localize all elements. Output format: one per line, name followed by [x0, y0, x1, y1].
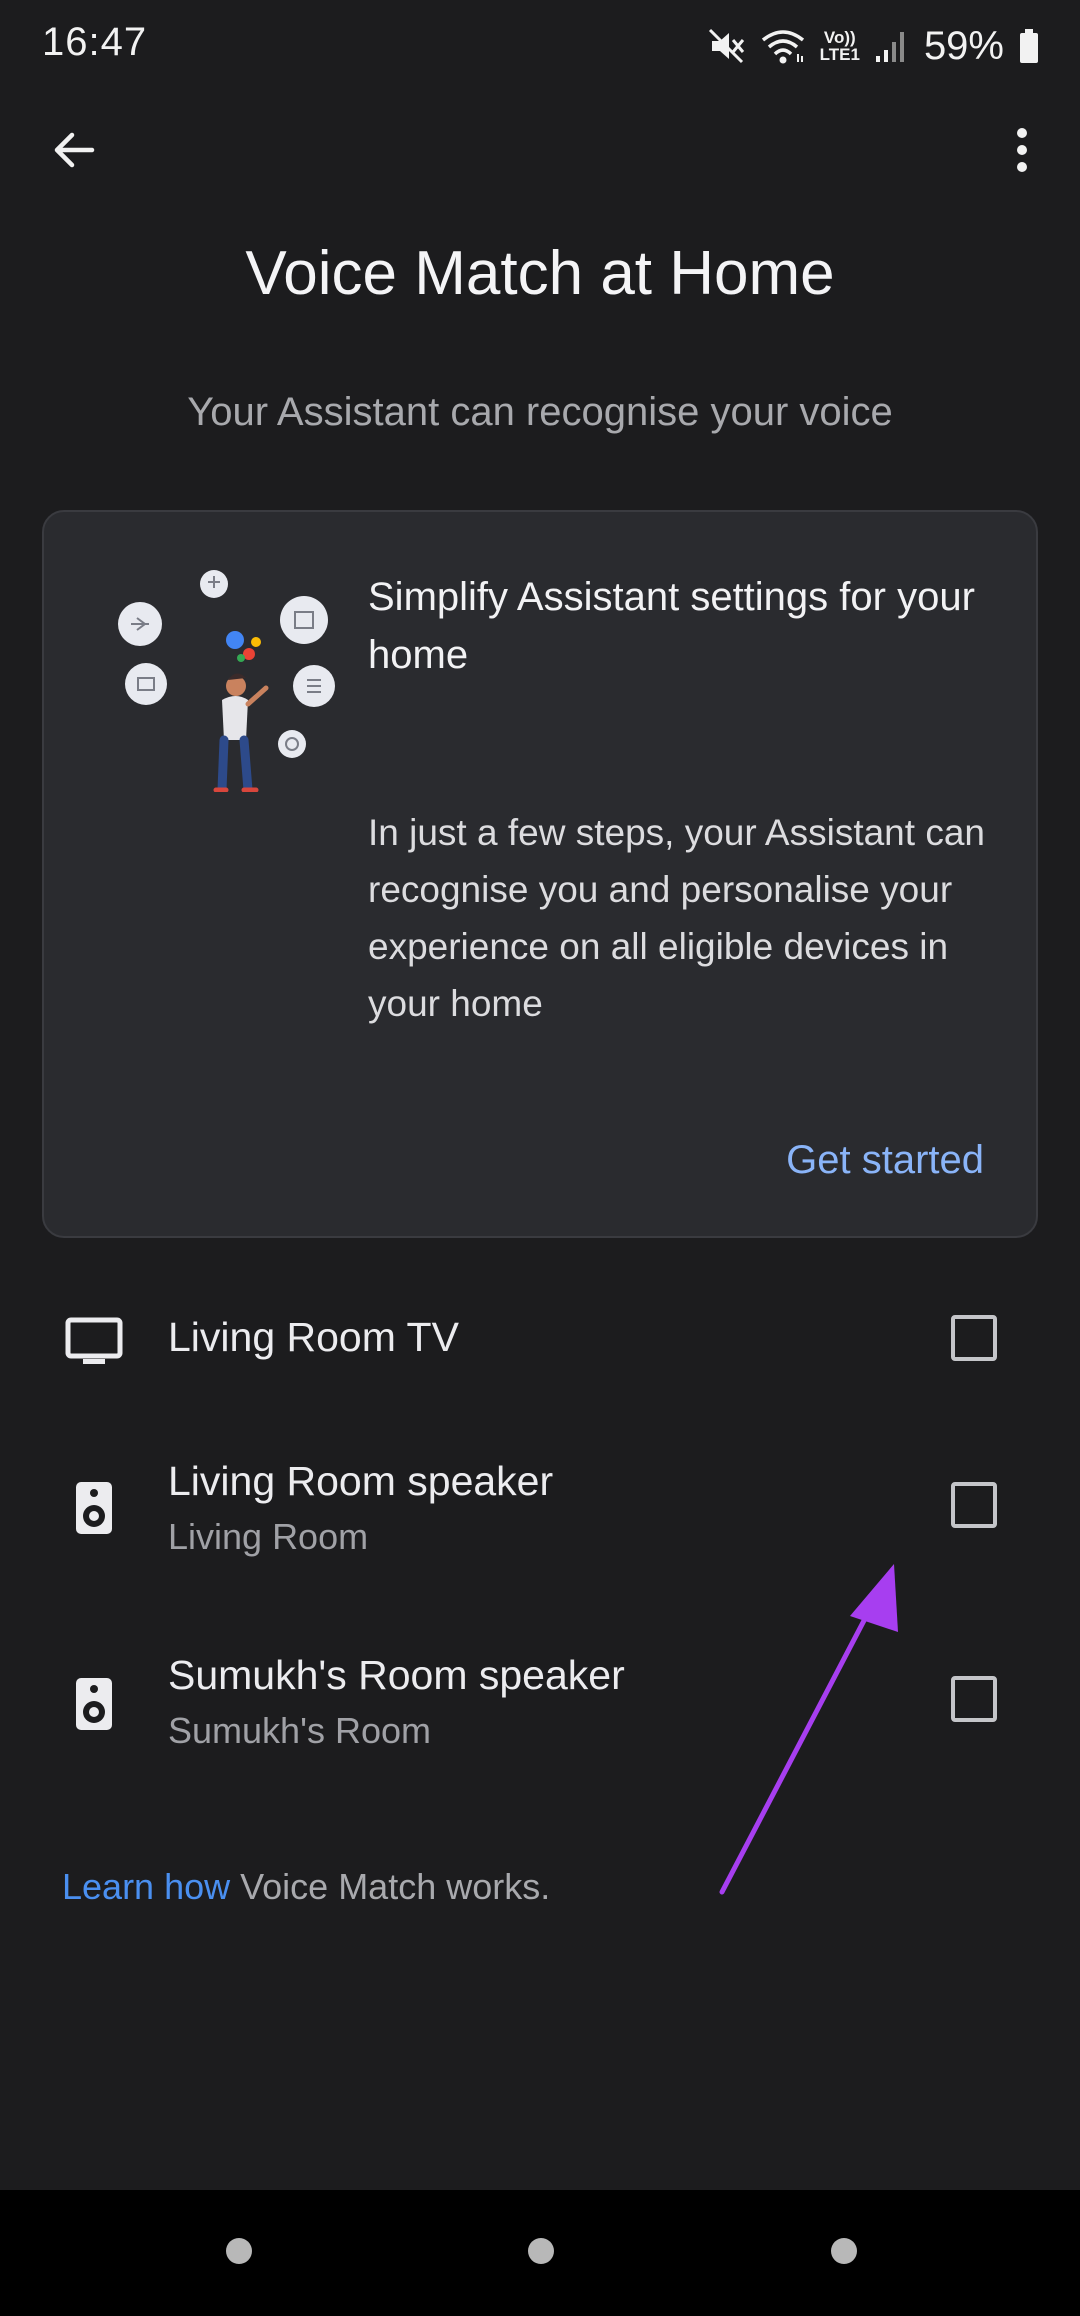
- status-time: 16:47: [42, 20, 148, 64]
- tv-icon: [62, 1310, 126, 1374]
- status-bar: 16:47 Vo)) LTE1 59%: [0, 0, 1080, 92]
- card-body: In just a few steps, your Assistant can …: [368, 812, 985, 1024]
- nav-back-button[interactable]: [831, 2238, 857, 2264]
- assistant-illustration: [104, 562, 354, 795]
- learn-how-rest: Voice Match works.: [230, 1866, 551, 1907]
- lte-label: LTE1: [819, 45, 860, 64]
- learn-how-link[interactable]: Learn how: [62, 1866, 230, 1907]
- device-room: Living Room: [168, 1516, 369, 1557]
- speaker-icon: [62, 1476, 126, 1540]
- learn-how-text: Learn how Voice Match works.: [62, 1866, 550, 1908]
- volte-icon: Vo)) LTE1: [820, 29, 860, 63]
- status-icons: Vo)) LTE1 59%: [706, 18, 1040, 74]
- device-checkbox-living-room-tv[interactable]: [951, 1315, 997, 1361]
- speaker-icon: [62, 1672, 126, 1736]
- more-vert-icon: [1017, 128, 1027, 172]
- signal-icon: [874, 26, 906, 66]
- wifi-icon: [760, 26, 806, 66]
- annotation-arrow-icon: [719, 1564, 898, 1895]
- nav-recents-button[interactable]: [226, 2238, 252, 2264]
- mute-icon: [706, 26, 746, 66]
- device-checkbox-living-room-speaker[interactable]: [951, 1482, 997, 1528]
- nav-home-button[interactable]: [528, 2238, 554, 2264]
- navigation-bar: [0, 2190, 1080, 2316]
- battery-icon: [1018, 26, 1040, 66]
- device-room: Sumukh's Room: [168, 1710, 431, 1751]
- setup-card: Simplify Assistant settings for your hom…: [42, 510, 1038, 1238]
- battery-percent: 59%: [923, 23, 1004, 68]
- device-name: Sumukh's Room speaker: [168, 1652, 625, 1698]
- screen: 16:47 Vo)) LTE1 59% Voice Match at Home …: [0, 0, 1080, 2316]
- get-started-button[interactable]: Get started: [786, 1138, 984, 1183]
- device-name: Living Room speaker: [168, 1458, 554, 1504]
- page-title: Voice Match at Home: [245, 239, 835, 308]
- page-subtitle: Your Assistant can recognise your voice: [187, 390, 893, 434]
- arrow-back-icon: [54, 132, 95, 168]
- back-button[interactable]: [42, 118, 106, 182]
- more-options-button[interactable]: [992, 118, 1052, 182]
- device-checkbox-sumukhs-room-speaker[interactable]: [951, 1676, 997, 1722]
- device-row-living-room-tv[interactable]: Living Room TV: [0, 1278, 1080, 1398]
- card-title: Simplify Assistant settings for your hom…: [368, 575, 975, 677]
- volte-label: Vo)): [823, 28, 856, 47]
- device-name: Living Room TV: [168, 1314, 459, 1360]
